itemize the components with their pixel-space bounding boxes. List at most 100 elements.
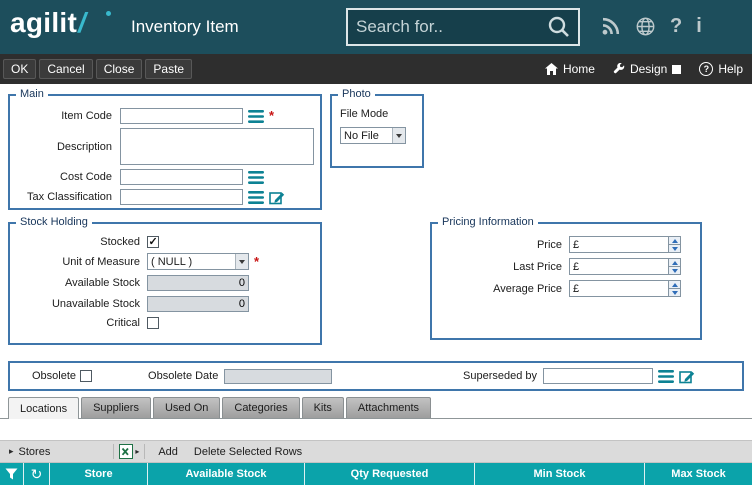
column-header-qty-requested[interactable]: Qty Requested xyxy=(305,463,475,485)
average-price-label: Average Price xyxy=(440,283,562,295)
column-header-min-stock[interactable]: Min Stock xyxy=(475,463,645,485)
tab-suppliers[interactable]: Suppliers xyxy=(81,397,151,418)
file-mode-value: No File xyxy=(341,130,392,142)
superseded-by-lookup-icon[interactable] xyxy=(658,370,674,383)
help-icon[interactable]: ? xyxy=(670,15,682,37)
price-spin-down[interactable] xyxy=(669,244,680,252)
unit-of-measure-value: ( NULL ) xyxy=(148,256,235,268)
logo-dot xyxy=(106,11,111,16)
paste-button[interactable]: Paste xyxy=(145,59,192,79)
tax-classification-edit-icon[interactable] xyxy=(269,190,286,205)
stores-expand-arrow-icon[interactable]: ▸ xyxy=(9,446,14,457)
average-price-row: Average Price £ xyxy=(440,280,692,297)
tax-classification-input[interactable] xyxy=(120,189,243,205)
search-box[interactable] xyxy=(346,8,580,46)
description-row: Description xyxy=(16,128,314,165)
cost-code-row: Cost Code xyxy=(16,169,314,185)
grid-refresh-icon[interactable]: ↻ xyxy=(24,463,50,485)
critical-checkbox[interactable] xyxy=(147,317,159,329)
export-menu-arrow-icon[interactable]: ▸ xyxy=(135,447,139,456)
search-icon[interactable] xyxy=(547,15,571,39)
item-code-lookup-icon[interactable] xyxy=(248,110,264,123)
unavailable-stock-input xyxy=(147,296,249,312)
add-row-button[interactable]: Add xyxy=(150,443,186,461)
price-spinner xyxy=(668,237,680,252)
cost-code-label: Cost Code xyxy=(16,171,112,183)
page-title: Inventory Item xyxy=(131,17,239,37)
help-button[interactable]: ? Help xyxy=(690,54,752,84)
superseded-by-input[interactable] xyxy=(543,368,653,384)
available-stock-input xyxy=(147,275,249,291)
stocked-row: Stocked xyxy=(16,236,314,248)
available-stock-row: Available Stock xyxy=(16,275,314,291)
item-code-label: Item Code xyxy=(16,110,112,122)
globe-icon[interactable] xyxy=(635,16,656,37)
tab-attachments[interactable]: Attachments xyxy=(346,397,431,418)
file-mode-select[interactable]: No File xyxy=(340,127,406,144)
average-price-spin-down[interactable] xyxy=(669,288,680,296)
logo-text: agilit xyxy=(10,7,77,38)
last-price-input[interactable] xyxy=(581,259,668,274)
column-header-max-stock[interactable]: Max Stock xyxy=(645,463,752,485)
toolbar: OK Cancel Close Paste Home Design ? Help xyxy=(0,54,752,84)
file-mode-label: File Mode xyxy=(340,108,414,120)
delete-selected-rows-button[interactable]: Delete Selected Rows xyxy=(186,443,310,461)
description-label: Description xyxy=(16,141,112,153)
unit-of-measure-required-marker: * xyxy=(254,257,259,267)
design-label: Design xyxy=(630,62,667,76)
description-input[interactable] xyxy=(120,128,314,165)
home-icon xyxy=(545,63,558,75)
rss-icon[interactable] xyxy=(601,16,621,36)
superseded-by-edit-icon[interactable] xyxy=(679,369,696,384)
superseded-by-label: Superseded by xyxy=(463,370,537,382)
tab-used-on[interactable]: Used On xyxy=(153,397,220,418)
help-label: Help xyxy=(718,62,743,76)
cost-code-input[interactable] xyxy=(120,169,243,185)
header-icons: ? i xyxy=(601,15,702,37)
ok-button[interactable]: OK xyxy=(3,59,36,79)
info-icon[interactable]: i xyxy=(696,15,702,37)
item-code-input[interactable] xyxy=(120,108,243,124)
obsolete-section: Obsolete Obsolete Date Superseded by xyxy=(8,361,744,391)
close-button[interactable]: Close xyxy=(96,59,143,79)
column-header-available-stock[interactable]: Available Stock xyxy=(148,463,305,485)
price-input[interactable] xyxy=(581,237,668,252)
tax-classification-lookup-icon[interactable] xyxy=(248,191,264,204)
stocked-label: Stocked xyxy=(16,236,140,248)
tab-locations[interactable]: Locations xyxy=(8,397,79,419)
excel-export-icon[interactable] xyxy=(119,444,133,459)
wrench-icon xyxy=(613,63,625,75)
unavailable-stock-label: Unavailable Stock xyxy=(16,298,140,310)
last-price-row: Last Price £ xyxy=(440,258,692,275)
design-checkbox[interactable] xyxy=(672,65,681,74)
tax-classification-row: Tax Classification xyxy=(16,189,314,205)
divider xyxy=(144,444,145,459)
critical-label: Critical xyxy=(16,317,140,329)
home-button[interactable]: Home xyxy=(536,54,604,84)
stocked-checkbox[interactable] xyxy=(147,236,159,248)
tab-categories[interactable]: Categories xyxy=(222,397,299,418)
dropdown-arrow-icon xyxy=(392,128,405,143)
cancel-button[interactable]: Cancel xyxy=(39,59,92,79)
average-price-spin-up[interactable] xyxy=(669,281,680,288)
stores-grid-body xyxy=(0,485,752,490)
obsolete-checkbox[interactable] xyxy=(80,370,92,382)
home-label: Home xyxy=(563,62,595,76)
pricing-legend: Pricing Information xyxy=(438,216,538,228)
price-row: Price £ xyxy=(440,236,692,253)
column-header-store[interactable]: Store xyxy=(50,463,148,485)
search-input[interactable] xyxy=(348,17,547,37)
price-spin-up[interactable] xyxy=(669,237,680,244)
stock-holding-legend: Stock Holding xyxy=(16,216,92,228)
average-price-input[interactable] xyxy=(581,281,668,296)
stores-title[interactable]: Stores xyxy=(19,446,51,458)
last-price-spin-up[interactable] xyxy=(669,259,680,266)
tab-kits[interactable]: Kits xyxy=(302,397,344,418)
unit-of-measure-select[interactable]: ( NULL ) xyxy=(147,253,249,270)
last-price-spin-down[interactable] xyxy=(669,266,680,274)
dropdown-arrow-icon xyxy=(235,254,248,269)
form-content: Main Item Code * Description Cost Code T… xyxy=(0,84,752,490)
grid-filter-icon[interactable] xyxy=(0,463,24,485)
cost-code-lookup-icon[interactable] xyxy=(248,171,264,184)
design-button[interactable]: Design xyxy=(604,54,690,84)
